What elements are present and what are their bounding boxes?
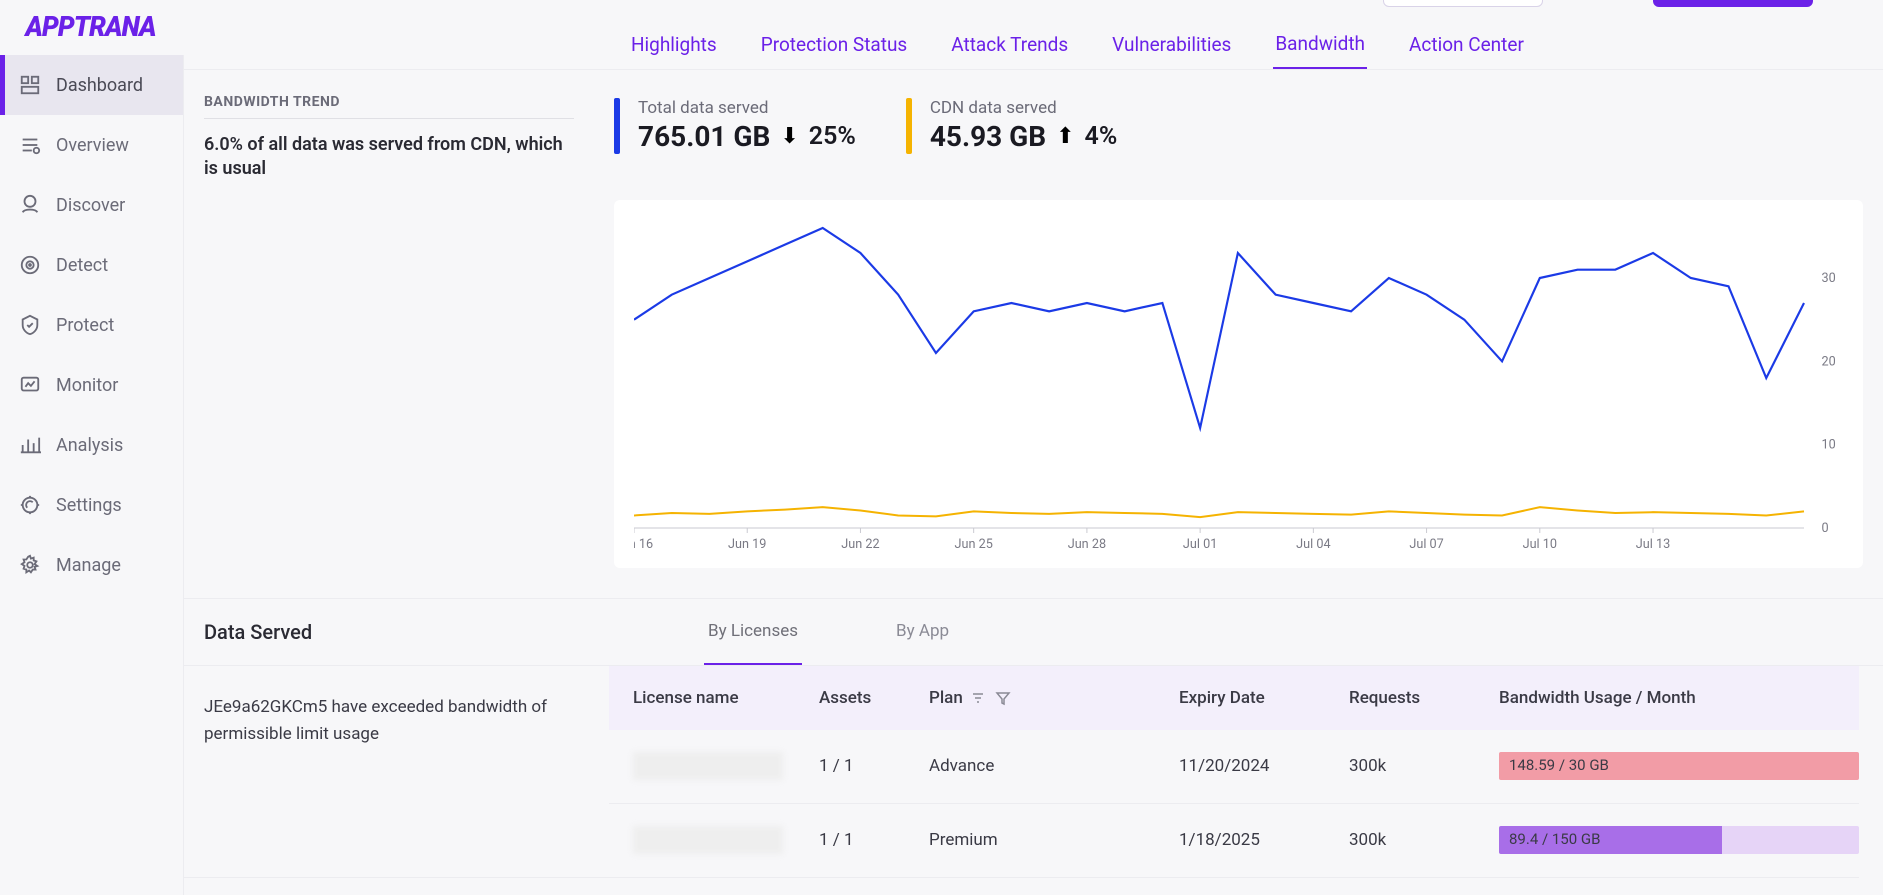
stat-color-bar — [614, 98, 620, 154]
svg-text:Jun 22: Jun 22 — [841, 536, 879, 551]
svg-text:10: 10 — [1822, 437, 1836, 452]
svg-text:Jun 25: Jun 25 — [955, 536, 993, 551]
main-content: BANDWIDTH TREND 6.0% of all data was ser… — [184, 70, 1883, 895]
bandwidth-trend-label: BANDWIDTH TREND — [204, 94, 574, 110]
stat-value: 45.93 GB — [930, 120, 1046, 153]
tab-action-center[interactable]: Action Center — [1407, 21, 1526, 68]
stat-total-data: Total data served 765.01 GB ⬇︎ 25% — [614, 94, 856, 154]
manage-icon — [18, 553, 42, 577]
bandwidth-trend-desc: 6.0% of all data was served from CDN, wh… — [204, 118, 574, 182]
tab-attack-trends[interactable]: Attack Trends — [949, 21, 1070, 68]
sidebar-item-label: Settings — [56, 495, 122, 516]
usage-text: 148.59 / 30 GB — [1509, 756, 1609, 774]
sidebar-item-label: Analysis — [56, 435, 123, 456]
cell-plan: Advance — [929, 756, 1179, 776]
license-name-redacted — [633, 752, 783, 780]
overview-icon — [18, 133, 42, 157]
usage-text: 89.4 / 150 GB — [1509, 830, 1600, 848]
cell-assets: 1 / 1 — [819, 830, 929, 850]
sidebar-item-label: Overview — [56, 135, 129, 156]
stat-pct: 25% — [809, 122, 856, 151]
sidebar-item-discover[interactable]: Discover — [0, 175, 183, 235]
sort-icon[interactable] — [971, 690, 987, 706]
sidebar-item-protect[interactable]: Protect — [0, 295, 183, 355]
detect-icon — [18, 253, 42, 277]
sidebar-item-monitor[interactable]: Monitor — [0, 355, 183, 415]
tab-vulnerabilities[interactable]: Vulnerabilities — [1110, 21, 1233, 68]
sidebar-item-label: Monitor — [56, 375, 118, 396]
stat-value: 765.01 GB — [638, 120, 770, 153]
sidebar-item-label: Protect — [56, 315, 114, 336]
filter-icon[interactable] — [995, 690, 1011, 706]
tab-by-app[interactable]: By App — [892, 599, 953, 665]
col-license-name: License name — [609, 688, 819, 708]
svg-text:Jul 07: Jul 07 — [1409, 536, 1443, 551]
table-row[interactable]: 1 / 1 Premium 1/18/2025 300k 89.4 / 150 … — [609, 804, 1859, 878]
stat-pct: 4% — [1085, 122, 1118, 151]
bandwidth-chart: 0 10 20 30 Jun 16 Jun 19 Jun 22 Jun 25 Jun 28 Ju… — [614, 200, 1863, 568]
svg-text:Jul 10: Jul 10 — [1523, 536, 1557, 551]
sidebar-item-label: Discover — [56, 195, 125, 216]
svg-text:Jul 01: Jul 01 — [1183, 536, 1217, 551]
sidebar-item-analysis[interactable]: Analysis — [0, 415, 183, 475]
arrow-up-icon: ⬆︎ — [1056, 124, 1074, 149]
svg-text:0: 0 — [1822, 520, 1829, 535]
license-name-redacted — [633, 826, 783, 854]
sidebar-item-label: Detect — [56, 255, 108, 276]
svg-text:Jun 19: Jun 19 — [728, 536, 766, 551]
sidebar: Dashboard Overview Discover Detect Prote… — [0, 55, 184, 895]
sidebar-item-dashboard[interactable]: Dashboard — [0, 55, 183, 115]
sidebar-item-manage[interactable]: Manage — [0, 535, 183, 595]
brand-logo: APPTRANA — [25, 10, 155, 43]
header-selector[interactable] — [1383, 0, 1543, 7]
table-header: License name Assets Plan Expiry Date Req… — [609, 666, 1859, 730]
col-assets: Assets — [819, 688, 929, 708]
monitor-icon — [18, 373, 42, 397]
settings-icon — [18, 493, 42, 517]
col-plan[interactable]: Plan — [929, 688, 1179, 708]
svg-text:Jul 04: Jul 04 — [1296, 536, 1330, 551]
svg-text:20: 20 — [1822, 354, 1836, 369]
header-primary-button[interactable] — [1653, 0, 1813, 7]
tab-bandwidth[interactable]: Bandwidth — [1273, 20, 1367, 69]
arrow-down-icon: ⬇︎ — [780, 124, 798, 149]
sidebar-item-label: Manage — [56, 555, 121, 576]
table-row[interactable]: 1 / 1 Advance 11/20/2024 300k 148.59 / 3… — [609, 730, 1859, 804]
stat-label: Total data served — [638, 98, 856, 118]
stat-cdn-data: CDN data served 45.93 GB ⬆︎ 4% — [906, 94, 1117, 154]
cell-expiry: 11/20/2024 — [1179, 756, 1349, 776]
svg-text:Jun 16: Jun 16 — [634, 536, 653, 551]
bandwidth-exceeded-notice: JEe9a62GKCm5 have exceeded bandwidth of … — [184, 666, 609, 878]
sidebar-item-detect[interactable]: Detect — [0, 235, 183, 295]
tab-by-licenses[interactable]: By Licenses — [704, 599, 802, 665]
svg-text:30: 30 — [1822, 270, 1836, 285]
cell-plan: Premium — [929, 830, 1179, 850]
stat-color-bar — [906, 98, 912, 154]
cell-requests: 300k — [1349, 756, 1499, 776]
sidebar-item-overview[interactable]: Overview — [0, 115, 183, 175]
sidebar-item-label: Dashboard — [56, 75, 143, 96]
usage-bar: 148.59 / 30 GB — [1499, 752, 1859, 780]
col-usage: Bandwidth Usage / Month — [1499, 688, 1859, 708]
stat-label: CDN data served — [930, 98, 1117, 118]
col-requests: Requests — [1349, 688, 1499, 708]
license-table: License name Assets Plan Expiry Date Req… — [609, 666, 1883, 878]
page-tabs: Highlights Protection Status Attack Tren… — [184, 20, 1883, 70]
dashboard-icon — [18, 73, 42, 97]
col-expiry: Expiry Date — [1179, 688, 1349, 708]
tab-highlights[interactable]: Highlights — [629, 21, 719, 68]
usage-bar: 89.4 / 150 GB — [1499, 826, 1859, 854]
cell-requests: 300k — [1349, 830, 1499, 850]
sidebar-item-settings[interactable]: Settings — [0, 475, 183, 535]
svg-text:Jul 13: Jul 13 — [1636, 536, 1670, 551]
discover-icon — [18, 193, 42, 217]
analysis-icon — [18, 433, 42, 457]
protect-icon — [18, 313, 42, 337]
col-plan-label: Plan — [929, 688, 963, 708]
tab-protection-status[interactable]: Protection Status — [759, 21, 910, 68]
svg-text:Jun 28: Jun 28 — [1068, 536, 1106, 551]
cell-expiry: 1/18/2025 — [1179, 830, 1349, 850]
cell-assets: 1 / 1 — [819, 756, 929, 776]
data-served-title: Data Served — [184, 620, 644, 644]
